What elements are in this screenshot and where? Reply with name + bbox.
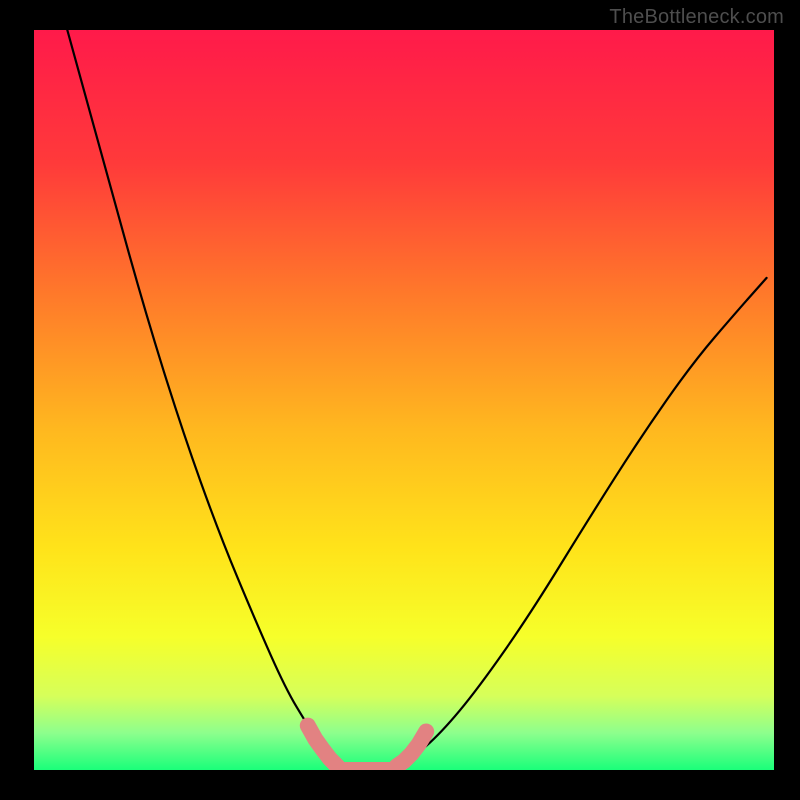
watermark-text: TheBottleneck.com	[609, 6, 784, 29]
bottleneck-chart	[0, 0, 800, 800]
chart-stage: TheBottleneck.com	[0, 0, 800, 800]
gradient-background	[34, 30, 774, 770]
